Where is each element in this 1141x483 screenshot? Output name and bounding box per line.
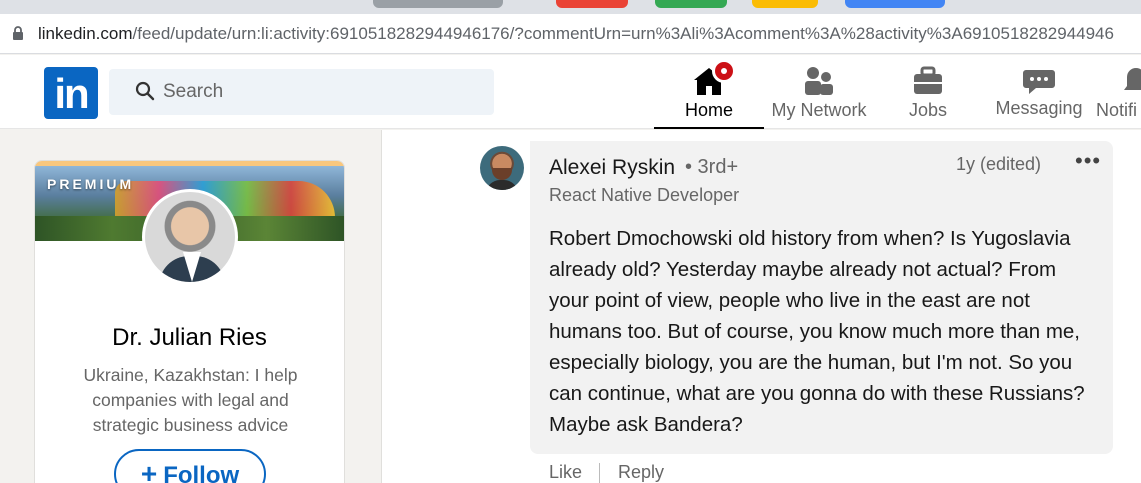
browser-tab[interactable] xyxy=(655,0,727,8)
divider xyxy=(599,463,601,483)
browser-tab[interactable] xyxy=(556,0,628,8)
browser-tab[interactable] xyxy=(752,0,818,8)
comment-text: Robert Dmochowski old history from when?… xyxy=(549,227,1085,436)
nav-home-label: Home xyxy=(684,100,733,120)
search-input[interactable] xyxy=(163,69,483,115)
profile-avatar[interactable] xyxy=(142,189,238,285)
like-button[interactable]: Like xyxy=(549,462,582,483)
commenter-title: React Native Developer xyxy=(549,185,740,205)
top-navbar: in Home My Network Jobs xyxy=(0,55,1141,129)
nav-notifications[interactable]: Notifi xyxy=(1096,55,1141,129)
nav-messaging[interactable]: Messaging xyxy=(982,55,1096,129)
profile-card: PREMIUM Dr. Julian Ries Ukraine, Kazakhs… xyxy=(34,160,345,483)
comment-timestamp: 1y (edited) xyxy=(955,154,1041,174)
profile-headline: Ukraine, Kazakhstan: I help companies wi… xyxy=(83,365,298,435)
messaging-icon xyxy=(1023,70,1055,94)
comment-panel: Alexei Ryskin • 3rd+ React Native Develo… xyxy=(381,130,1141,483)
comment-actions: Like Reply xyxy=(549,462,664,483)
nav-jobs[interactable]: Jobs xyxy=(874,55,982,129)
follow-label: Follow xyxy=(163,462,240,483)
url-text[interactable]: linkedin.com/feed/update/urn:li:activity… xyxy=(38,24,1114,44)
briefcase-icon xyxy=(914,66,942,94)
browser-tab[interactable] xyxy=(373,0,503,8)
lock-icon xyxy=(13,26,23,40)
nav-my-network-label: My Network xyxy=(771,100,867,120)
connection-degree: • 3rd+ xyxy=(685,156,739,178)
profile-name[interactable]: Dr. Julian Ries xyxy=(35,324,344,352)
commenter-avatar[interactable] xyxy=(480,146,524,190)
bell-icon xyxy=(1124,68,1141,90)
commenter-name[interactable]: Alexei Ryskin xyxy=(549,156,675,180)
search-icon xyxy=(135,81,155,101)
browser-tab-strip xyxy=(0,0,1141,14)
reply-button[interactable]: Reply xyxy=(618,462,664,483)
follow-button[interactable]: + Follow xyxy=(114,449,266,483)
nav-notifications-label: Notifi xyxy=(1096,100,1138,120)
ellipsis-icon[interactable]: ••• xyxy=(1075,150,1100,175)
url-path: /feed/update/urn:li:activity:69105182829… xyxy=(132,24,1114,43)
address-bar[interactable]: linkedin.com/feed/update/urn:li:activity… xyxy=(0,14,1141,54)
notification-dot xyxy=(712,59,736,83)
nav-home[interactable]: Home xyxy=(654,55,764,129)
url-host: linkedin.com xyxy=(38,24,133,43)
nav-jobs-label: Jobs xyxy=(908,100,948,120)
plus-icon: + xyxy=(140,458,158,483)
search-box[interactable] xyxy=(109,69,494,115)
nav-my-network[interactable]: My Network xyxy=(764,55,874,129)
network-icon xyxy=(805,67,833,95)
premium-badge: PREMIUM xyxy=(47,176,135,192)
comment-bubble: Alexei Ryskin • 3rd+ React Native Develo… xyxy=(530,141,1113,454)
linkedin-logo[interactable]: in xyxy=(44,67,98,119)
browser-tab[interactable] xyxy=(845,0,945,8)
nav-messaging-label: Messaging xyxy=(995,98,1083,118)
